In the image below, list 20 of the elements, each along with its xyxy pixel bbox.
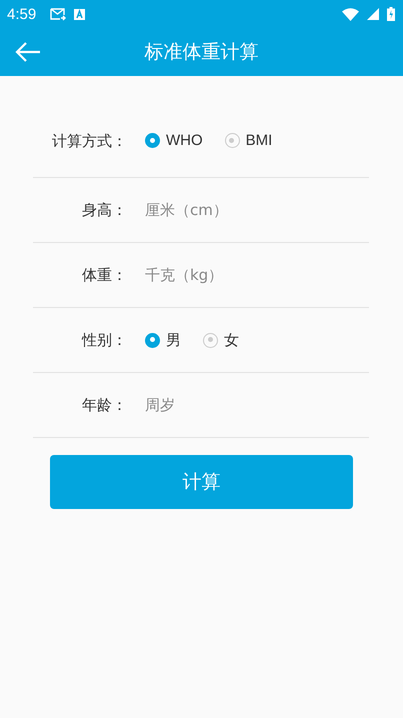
input-field[interactable]: 千克（kg）	[145, 266, 345, 284]
field-label: 身高：	[81, 200, 127, 220]
notification-icon	[74, 8, 86, 20]
field-label: 计算方式：	[51, 132, 127, 151]
radio-option[interactable]: 女	[203, 330, 239, 350]
field-label: 性别：	[80, 330, 127, 350]
battery-icon	[387, 7, 395, 21]
app-title: 标准体重计算	[144, 40, 258, 65]
radio-option[interactable]: BMI	[224, 132, 272, 149]
input-field[interactable]: 周岁	[145, 396, 345, 414]
radio-option[interactable]: WHO	[145, 132, 203, 149]
back-icon[interactable]	[15, 41, 41, 63]
radio-option[interactable]: 男	[145, 330, 181, 350]
input-field[interactable]: 厘米（cm）	[145, 201, 345, 219]
field-label: 体重：	[81, 266, 127, 284]
status-time: 4:59	[7, 6, 36, 22]
wifi-icon	[342, 8, 359, 20]
field-label: 年龄：	[81, 396, 127, 414]
signal-icon	[367, 8, 379, 20]
mail-icon	[50, 8, 66, 20]
